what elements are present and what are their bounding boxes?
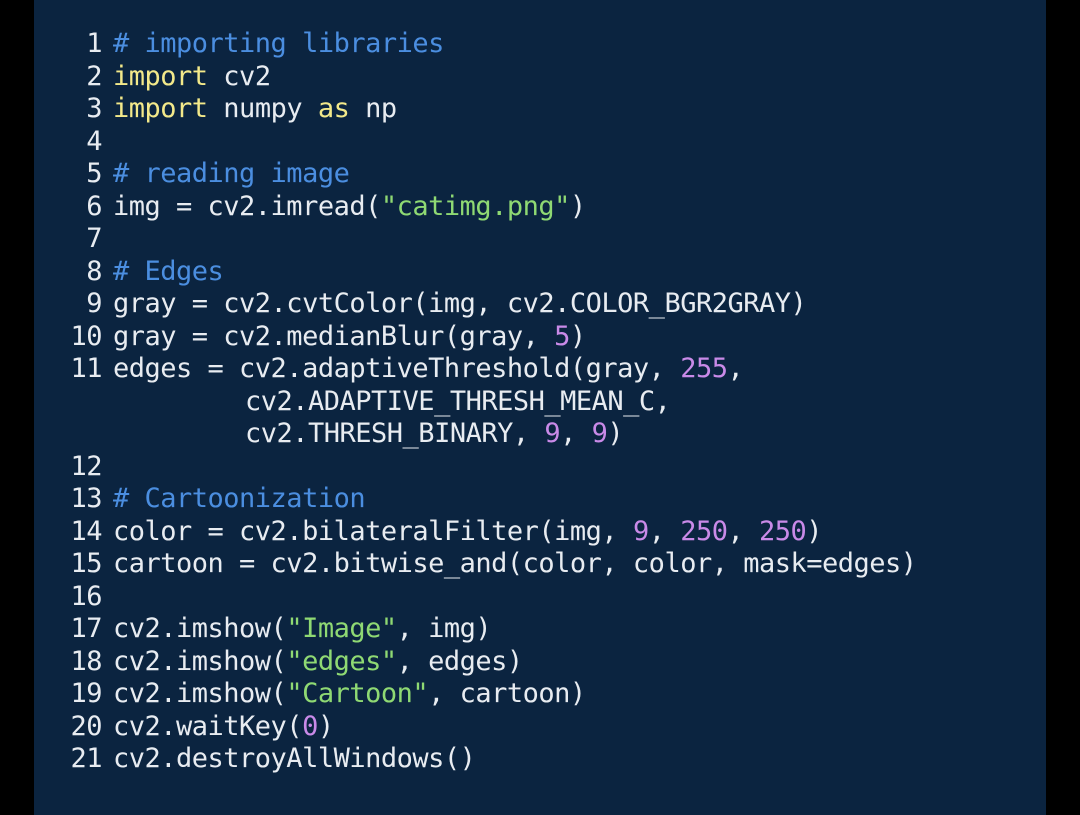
line-number: 11 — [70, 353, 102, 384]
keyword-token: import — [113, 93, 208, 124]
code-line-15: 15 cartoon = cv2.bitwise_and(color, color… — [68, 548, 917, 581]
code-text: np — [349, 93, 397, 124]
code-text: cv2.destroyAllWindows() — [113, 743, 476, 774]
code-line-20: 20 cv2.waitKey(0) — [68, 711, 917, 744]
code-line-1: 1 # importing libraries — [68, 28, 917, 61]
code-text: color = cv2.bilateralFilter(img, — [113, 515, 633, 547]
code-line-3: 3 import numpy as np — [68, 93, 917, 126]
line-number: 14 — [70, 515, 102, 547]
number-token: 9 — [591, 418, 608, 449]
code-line-17: 17 cv2.imshow("Image", img) — [68, 613, 917, 646]
comment-token: # Edges — [113, 255, 224, 287]
comment-token: # Cartoonization — [113, 483, 366, 514]
number-token: 255 — [680, 353, 728, 384]
comment-token: # importing libraries — [113, 28, 444, 59]
code-text: , — [560, 418, 592, 449]
number-token: 250 — [759, 515, 807, 547]
code-text: , img) — [396, 613, 492, 644]
line-number: 18 — [70, 645, 102, 677]
code-line-10: 10 gray = cv2.medianBlur(gray, 5) — [68, 321, 917, 354]
line-number: 8 — [86, 255, 102, 287]
number-token: 250 — [680, 515, 728, 547]
number-token: 9 — [544, 418, 561, 449]
code-line-11-continuation: cv2.ADAPTIVE_THRESH_MEAN_C, — [68, 386, 917, 419]
code-text: , edges) — [396, 645, 524, 677]
code-line-12: 12 — [68, 451, 917, 484]
line-number: 6 — [86, 190, 102, 222]
code-line-4: 4 — [68, 126, 917, 159]
line-number: 19 — [70, 678, 102, 709]
line-number: 2 — [86, 60, 102, 92]
code-text: gray = cv2.medianBlur(gray, — [113, 320, 555, 352]
string-token: "catimg.png" — [380, 190, 571, 222]
comment-token: # reading image — [113, 158, 350, 189]
code-line-8: 8 # Edges — [68, 256, 917, 289]
code-text: cv2.waitKey( — [113, 710, 303, 742]
line-number: 4 — [86, 125, 102, 157]
code-line-5: 5 # reading image — [68, 158, 917, 191]
code-line-13: 13 # Cartoonization — [68, 483, 917, 516]
code-text: , — [727, 515, 760, 547]
line-number: 13 — [70, 483, 102, 514]
line-number: 7 — [86, 223, 102, 254]
code-text: ) — [569, 190, 586, 222]
line-number: 10 — [70, 320, 102, 352]
code-text: cv2.imshow( — [113, 678, 287, 709]
line-number: 17 — [70, 613, 102, 644]
code-line-16: 16 — [68, 581, 917, 614]
keyword-token: as — [317, 93, 350, 124]
code-text: cv2 — [207, 60, 271, 92]
code-text: , — [648, 515, 681, 547]
code-line-21: 21 cv2.destroyAllWindows() — [68, 743, 917, 776]
line-number: 5 — [86, 158, 102, 189]
code-line-6: 6 img = cv2.imread("catimg.png") — [68, 191, 917, 224]
keyword-token: import — [113, 60, 208, 92]
code-text: ) — [806, 515, 823, 547]
number-token: 5 — [554, 320, 570, 352]
code-text: gray = cv2.cvtColor(img, cv2.COLOR_BGR2G… — [113, 288, 807, 319]
screenshot-frame: 1 # importing libraries 2 import cv2 3 impo… — [0, 0, 1080, 815]
line-number: 16 — [70, 580, 102, 612]
code-text: numpy — [207, 93, 318, 124]
code-text: cv2.THRESH_BINARY, — [245, 418, 545, 449]
line-number: 12 — [70, 450, 102, 482]
code-text: cv2.imshow( — [113, 613, 287, 644]
code-text: ) — [317, 710, 334, 742]
line-number: 9 — [86, 288, 102, 319]
string-token: "Image" — [286, 613, 397, 644]
line-number: 21 — [70, 743, 102, 774]
code-line-11: 11 edges = cv2.adaptiveThreshold(gray, 25… — [68, 353, 917, 386]
line-number: 15 — [70, 548, 102, 579]
code-line-14: 14 color = cv2.bilateralFilter(img, 9, 25… — [68, 516, 917, 549]
line-number: 20 — [70, 710, 102, 742]
code-editor: 1 # importing libraries 2 import cv2 3 impo… — [34, 0, 1046, 815]
code-text: , cartoon) — [428, 678, 586, 709]
code-text: cv2.ADAPTIVE_THRESH_MEAN_C, — [245, 385, 671, 417]
number-token: 9 — [632, 515, 649, 547]
line-number: 3 — [86, 93, 102, 124]
code-text: cartoon = cv2.bitwise_and(color, color, … — [113, 548, 917, 579]
string-token: "Cartoon" — [286, 678, 429, 709]
code-line-7: 7 — [68, 223, 917, 256]
code-line-9: 9 gray = cv2.cvtColor(img, cv2.COLOR_BGR2… — [68, 288, 917, 321]
code-text: ) — [569, 320, 586, 352]
code-text: ) — [607, 418, 624, 449]
code-text: cv2.imshow( — [113, 645, 287, 677]
line-number: 1 — [86, 28, 102, 59]
code-line-19: 19 cv2.imshow("Cartoon", cartoon) — [68, 678, 917, 711]
code-line-18: 18 cv2.imshow("edges", edges) — [68, 646, 917, 679]
code-line-11-continuation-2: cv2.THRESH_BINARY, 9, 9) — [68, 418, 917, 451]
string-token: "edges" — [286, 645, 397, 677]
code-text: edges = cv2.adaptiveThreshold(gray, — [113, 353, 681, 384]
code-block: 1 # importing libraries 2 import cv2 3 impo… — [68, 28, 917, 776]
code-line-2: 2 import cv2 — [68, 61, 917, 94]
code-text: , — [727, 353, 744, 384]
number-token: 0 — [302, 710, 318, 742]
code-text: img = cv2.imread( — [113, 190, 381, 222]
